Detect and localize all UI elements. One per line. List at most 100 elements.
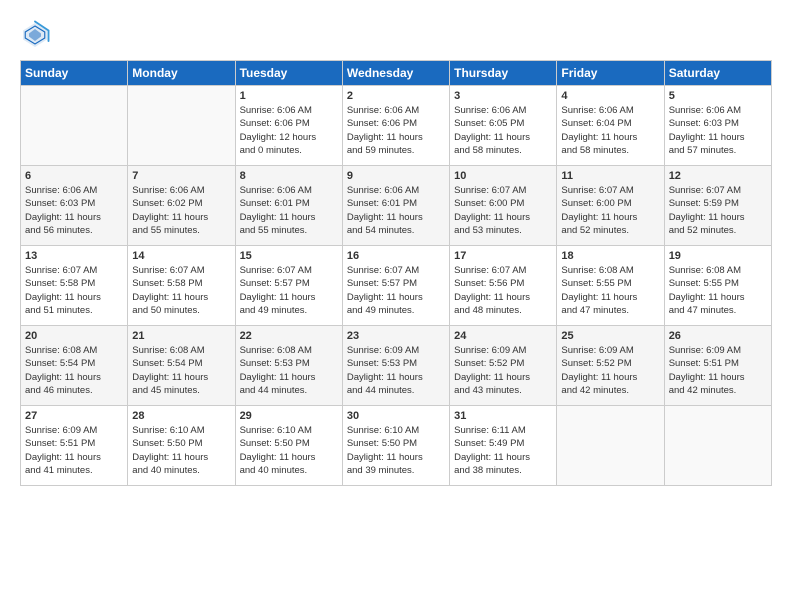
- day-number: 14: [132, 250, 230, 262]
- header-saturday: Saturday: [664, 61, 771, 86]
- header-tuesday: Tuesday: [235, 61, 342, 86]
- calendar-cell: [664, 406, 771, 486]
- logo: [20, 20, 54, 50]
- day-number: 9: [347, 170, 445, 182]
- calendar-cell: 10Sunrise: 6:07 AM Sunset: 6:00 PM Dayli…: [450, 166, 557, 246]
- day-number: 16: [347, 250, 445, 262]
- calendar-cell: 18 Sunrise: 6:08 AM Sunset: 5:55 PM Dayli…: [557, 246, 664, 326]
- day-number: 12: [669, 170, 767, 182]
- day-number: 18: [561, 250, 659, 262]
- day-info: Sunrise: 6:10 AM Sunset: 5:50 PM Dayligh…: [347, 424, 445, 477]
- calendar-cell: 1 Sunrise: 6:06 AM Sunset: 6:06 PM Daylig…: [235, 86, 342, 166]
- day-info: Sunrise: 6:11 AM Sunset: 5:49 PM Dayligh…: [454, 424, 552, 477]
- day-info: Sunrise: 6:07 AM Sunset: 5:59 PM Dayligh…: [669, 184, 767, 237]
- calendar-cell: 24 Sunrise: 6:09 AM Sunset: 5:52 PM Dayli…: [450, 326, 557, 406]
- calendar-week-2: 6 Sunrise: 6:06 AM Sunset: 6:03 PM Daylig…: [21, 166, 772, 246]
- calendar-cell: 28 Sunrise: 6:10 AM Sunset: 5:50 PM Dayli…: [128, 406, 235, 486]
- day-number: 13: [25, 250, 123, 262]
- day-info: Sunrise: 6:09 AM Sunset: 5:53 PM Dayligh…: [347, 344, 445, 397]
- day-info: Sunrise: 6:10 AM Sunset: 5:50 PM Dayligh…: [240, 424, 338, 477]
- day-number: 29: [240, 410, 338, 422]
- day-info: Sunrise: 6:08 AM Sunset: 5:54 PM Dayligh…: [25, 344, 123, 397]
- day-number: 8: [240, 170, 338, 182]
- calendar-week-1: 1 Sunrise: 6:06 AM Sunset: 6:06 PM Daylig…: [21, 86, 772, 166]
- calendar-cell: 2 Sunrise: 6:06 AM Sunset: 6:06 PM Daylig…: [342, 86, 449, 166]
- day-info: Sunrise: 6:06 AM Sunset: 6:05 PM Dayligh…: [454, 104, 552, 157]
- calendar-cell: 17 Sunrise: 6:07 AM Sunset: 5:56 PM Dayli…: [450, 246, 557, 326]
- calendar-cell: 15 Sunrise: 6:07 AM Sunset: 5:57 PM Dayli…: [235, 246, 342, 326]
- day-info: Sunrise: 6:06 AM Sunset: 6:01 PM Dayligh…: [240, 184, 338, 237]
- day-info: Sunrise: 6:07 AM Sunset: 5:56 PM Dayligh…: [454, 264, 552, 317]
- day-info: Sunrise: 6:07 AM Sunset: 5:57 PM Dayligh…: [347, 264, 445, 317]
- calendar-cell: 13 Sunrise: 6:07 AM Sunset: 5:58 PM Dayli…: [21, 246, 128, 326]
- page-header: [20, 20, 772, 50]
- day-number: 27: [25, 410, 123, 422]
- day-number: 24: [454, 330, 552, 342]
- day-number: 19: [669, 250, 767, 262]
- day-number: 7: [132, 170, 230, 182]
- day-info: Sunrise: 6:08 AM Sunset: 5:55 PM Dayligh…: [669, 264, 767, 317]
- calendar-cell: 11Sunrise: 6:07 AM Sunset: 6:00 PM Dayli…: [557, 166, 664, 246]
- day-info: Sunrise: 6:09 AM Sunset: 5:51 PM Dayligh…: [669, 344, 767, 397]
- calendar-cell: [557, 406, 664, 486]
- calendar-week-3: 13 Sunrise: 6:07 AM Sunset: 5:58 PM Dayli…: [21, 246, 772, 326]
- calendar-cell: 3 Sunrise: 6:06 AM Sunset: 6:05 PM Daylig…: [450, 86, 557, 166]
- calendar-cell: 22Sunrise: 6:08 AM Sunset: 5:53 PM Dayli…: [235, 326, 342, 406]
- calendar-cell: 26 Sunrise: 6:09 AM Sunset: 5:51 PM Dayli…: [664, 326, 771, 406]
- day-number: 1: [240, 90, 338, 102]
- day-info: Sunrise: 6:09 AM Sunset: 5:52 PM Dayligh…: [454, 344, 552, 397]
- day-number: 15: [240, 250, 338, 262]
- header-wednesday: Wednesday: [342, 61, 449, 86]
- day-number: 30: [347, 410, 445, 422]
- calendar-cell: 25 Sunrise: 6:09 AM Sunset: 5:52 PM Dayli…: [557, 326, 664, 406]
- day-number: 20: [25, 330, 123, 342]
- calendar-cell: 20 Sunrise: 6:08 AM Sunset: 5:54 PM Dayli…: [21, 326, 128, 406]
- calendar-cell: 6 Sunrise: 6:06 AM Sunset: 6:03 PM Daylig…: [21, 166, 128, 246]
- day-info: Sunrise: 6:10 AM Sunset: 5:50 PM Dayligh…: [132, 424, 230, 477]
- day-info: Sunrise: 6:06 AM Sunset: 6:02 PM Dayligh…: [132, 184, 230, 237]
- day-number: 17: [454, 250, 552, 262]
- day-info: Sunrise: 6:07 AM Sunset: 5:58 PM Dayligh…: [25, 264, 123, 317]
- day-number: 6: [25, 170, 123, 182]
- day-number: 4: [561, 90, 659, 102]
- day-info: Sunrise: 6:09 AM Sunset: 5:52 PM Dayligh…: [561, 344, 659, 397]
- day-info: Sunrise: 6:09 AM Sunset: 5:51 PM Dayligh…: [25, 424, 123, 477]
- calendar-cell: 29 Sunrise: 6:10 AM Sunset: 5:50 PM Dayli…: [235, 406, 342, 486]
- calendar-cell: [21, 86, 128, 166]
- day-info: Sunrise: 6:06 AM Sunset: 6:06 PM Dayligh…: [240, 104, 338, 157]
- day-info: Sunrise: 6:08 AM Sunset: 5:53 PM Dayligh…: [240, 344, 338, 397]
- calendar-cell: 12 Sunrise: 6:07 AM Sunset: 5:59 PM Dayli…: [664, 166, 771, 246]
- calendar-cell: 8 Sunrise: 6:06 AM Sunset: 6:01 PM Daylig…: [235, 166, 342, 246]
- day-number: 10: [454, 170, 552, 182]
- header-friday: Friday: [557, 61, 664, 86]
- day-info: Sunrise: 6:08 AM Sunset: 5:55 PM Dayligh…: [561, 264, 659, 317]
- day-number: 25: [561, 330, 659, 342]
- calendar-cell: 19 Sunrise: 6:08 AM Sunset: 5:55 PM Dayli…: [664, 246, 771, 326]
- day-number: 21: [132, 330, 230, 342]
- day-number: 2: [347, 90, 445, 102]
- day-info: Sunrise: 6:06 AM Sunset: 6:06 PM Dayligh…: [347, 104, 445, 157]
- day-number: 28: [132, 410, 230, 422]
- day-info: Sunrise: 6:06 AM Sunset: 6:03 PM Dayligh…: [25, 184, 123, 237]
- calendar-cell: 9 Sunrise: 6:06 AM Sunset: 6:01 PM Daylig…: [342, 166, 449, 246]
- day-info: Sunrise: 6:07 AM Sunset: 5:57 PM Dayligh…: [240, 264, 338, 317]
- header-sunday: Sunday: [21, 61, 128, 86]
- calendar-week-4: 20 Sunrise: 6:08 AM Sunset: 5:54 PM Dayli…: [21, 326, 772, 406]
- calendar-cell: 5Sunrise: 6:06 AM Sunset: 6:03 PM Daylig…: [664, 86, 771, 166]
- day-number: 31: [454, 410, 552, 422]
- calendar-cell: 7 Sunrise: 6:06 AM Sunset: 6:02 PM Daylig…: [128, 166, 235, 246]
- day-info: Sunrise: 6:06 AM Sunset: 6:01 PM Dayligh…: [347, 184, 445, 237]
- calendar-cell: 4 Sunrise: 6:06 AM Sunset: 6:04 PM Daylig…: [557, 86, 664, 166]
- calendar-cell: [128, 86, 235, 166]
- header-thursday: Thursday: [450, 61, 557, 86]
- calendar-cell: 31 Sunrise: 6:11 AM Sunset: 5:49 PM Dayli…: [450, 406, 557, 486]
- header-monday: Monday: [128, 61, 235, 86]
- day-number: 23: [347, 330, 445, 342]
- day-number: 3: [454, 90, 552, 102]
- calendar-cell: 30 Sunrise: 6:10 AM Sunset: 5:50 PM Dayli…: [342, 406, 449, 486]
- calendar-header-row: SundayMondayTuesdayWednesdayThursdayFrid…: [21, 61, 772, 86]
- day-info: Sunrise: 6:06 AM Sunset: 6:03 PM Dayligh…: [669, 104, 767, 157]
- day-info: Sunrise: 6:06 AM Sunset: 6:04 PM Dayligh…: [561, 104, 659, 157]
- day-number: 26: [669, 330, 767, 342]
- calendar-cell: 14Sunrise: 6:07 AM Sunset: 5:58 PM Dayli…: [128, 246, 235, 326]
